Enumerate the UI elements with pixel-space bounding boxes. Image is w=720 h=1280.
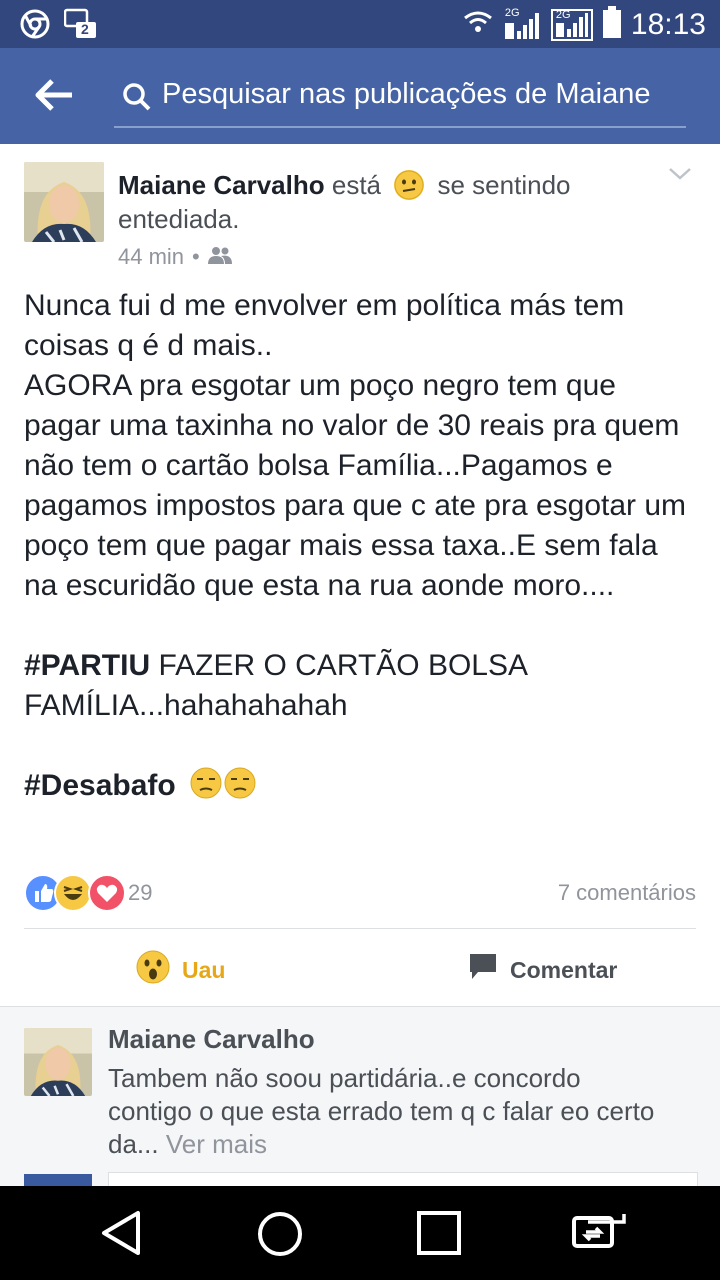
hashtag-partiu[interactable]: #PARTIU [24,649,150,682]
divider [24,928,696,929]
search-input[interactable]: Pesquisar nas publicações de Maiane [162,78,686,111]
comment-avatar[interactable] [24,1028,92,1096]
post-options-button[interactable] [668,166,692,187]
arrow-left-icon [35,79,72,111]
chevron-down-icon [669,168,691,180]
reactions-bar[interactable]: 29 7 comentários [24,874,696,912]
post-body: Nunca fui d me envolver em política más … [24,286,694,810]
search-icon [122,82,152,117]
post-paragraph-hashtag: #PARTIU FAZER O CARTÃO BOLSA FAMÍLIA...h… [24,646,694,726]
avatar[interactable] [24,162,104,242]
post-paragraph: Nunca fui d me envolver em política más … [24,289,625,362]
circle-home-icon [258,1212,302,1256]
system-nav-bar [0,1186,720,1280]
comment-bubble-icon [468,952,498,988]
haha-reaction-icon [54,874,92,912]
post-author[interactable]: Maiane Carvalho [118,170,325,200]
next-comment-avatar [24,1174,92,1186]
signal-1-icon: 2G [503,7,541,41]
meta-separator: • [192,244,200,269]
sim-badge: 2 [81,21,89,37]
square-recents-icon [417,1211,461,1255]
post-header: Maiane Carvalho está se sentindo entedia… [118,168,638,236]
triangle-back-icon [102,1211,140,1255]
nav-home-button[interactable] [256,1210,304,1263]
nav-back-button[interactable] [100,1210,144,1261]
nav-recents-button[interactable] [416,1210,462,1261]
comment-text: Tambem não soou partidária..e concordo c… [108,1062,668,1161]
comment-author[interactable]: Maiane Carvalho [108,1024,315,1055]
comments-count[interactable]: 7 comentários [558,880,696,906]
wow-emoji-icon [136,950,170,990]
app-bar: Pesquisar nas publicações de Maiane [0,48,720,144]
next-comment-bubble [108,1172,698,1187]
status-bar: 2 2G 2G 18:13 [0,0,720,48]
search-field[interactable]: Pesquisar nas publicações de Maiane [114,70,686,128]
friends-privacy-icon [207,244,232,270]
uau-label: Uau [182,956,226,983]
nav-switch-button[interactable] [572,1210,626,1255]
love-reaction-icon [88,874,126,912]
clock: 18:13 [630,7,706,41]
switch-windows-icon [572,1214,626,1248]
wifi-icon [463,10,493,39]
uau-button[interactable]: Uau [136,950,225,990]
bored-emoji-icon [394,170,425,200]
comment-button[interactable]: Comentar [468,950,617,990]
post-paragraph-desabafo: #Desabafo [24,766,694,810]
back-button[interactable] [34,78,74,117]
battery-icon [602,6,621,43]
network-switch-icon: 2 [63,8,98,45]
hashtag-desabafo[interactable]: #Desabafo [24,769,176,802]
reaction-count[interactable]: 29 [128,880,152,906]
unamused-emoji-icon [190,767,258,810]
feeling-prefix: está [331,170,382,200]
signal-2-icon: 2G [550,8,593,41]
post-meta: 44 min • [118,244,232,270]
see-more-link[interactable]: Ver mais [166,1129,267,1159]
comment-label: Comentar [510,956,618,983]
post-paragraph: AGORA pra esgotar um poço negro tem que … [24,369,687,602]
post-time[interactable]: 44 min [118,244,184,270]
chrome-icon [20,9,50,44]
